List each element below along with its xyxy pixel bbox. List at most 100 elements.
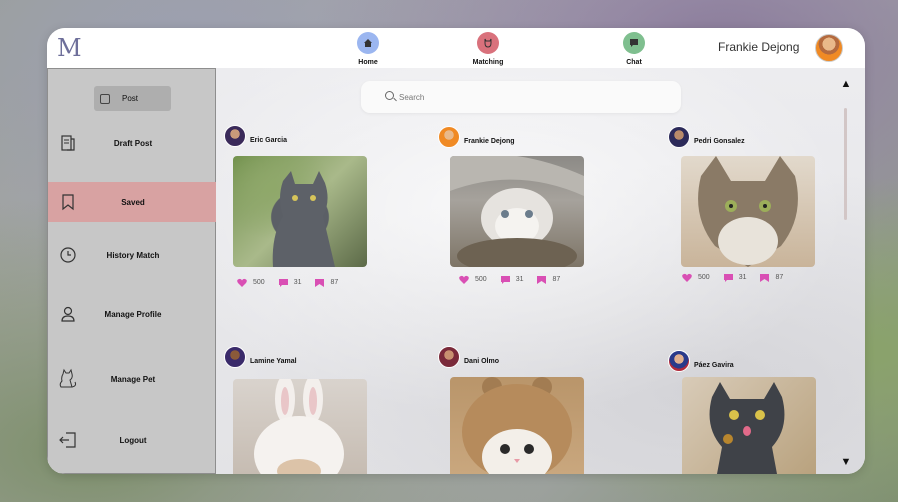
post-author-name: Lamine Yamal (250, 357, 297, 365)
post-image[interactable] (450, 156, 584, 267)
save-stat[interactable]: 87 (537, 275, 561, 284)
save-count: 87 (330, 279, 339, 286)
bookmark-icon (315, 278, 325, 287)
avatar[interactable] (668, 350, 690, 372)
sidebar-item-history-match[interactable]: History Match (48, 235, 216, 275)
like-stat[interactable]: 500 (682, 273, 710, 282)
cat-icon (477, 32, 499, 54)
home-icon (357, 32, 379, 54)
clock-icon (58, 245, 78, 265)
image-icon (100, 93, 110, 104)
post-author-name: Eric Garcia (250, 136, 287, 144)
sidebar-item-label: Logout (119, 435, 147, 445)
post-author-name: Pedri Gonsalez (694, 137, 745, 145)
sidebar-item-manage-pet[interactable]: Manage Pet (48, 359, 216, 399)
sidebar: Post Draft Post Saved History Match Mana (47, 68, 216, 474)
app-window: M Home Matching Chat Frankie Dejong Post (47, 28, 865, 474)
post-author[interactable]: Eric Garcia (224, 125, 287, 147)
heart-icon (682, 273, 692, 282)
avatar[interactable] (224, 346, 246, 368)
post-card[interactable]: Frankie Dejong (438, 126, 515, 148)
sidebar-item-manage-profile[interactable]: Manage Profile (48, 294, 216, 334)
post-author[interactable]: Páez Gavira (668, 350, 734, 372)
save-stat[interactable]: 87 (315, 278, 339, 287)
sidebar-item-label: History Match (106, 250, 160, 260)
post-author-name: Dani Olmo (464, 357, 500, 365)
cat-outline-icon (56, 367, 80, 391)
sidebar-item-label: Draft Post (113, 138, 153, 148)
like-count: 500 (253, 279, 265, 286)
bookmark-icon (537, 275, 547, 284)
post-image[interactable] (682, 377, 816, 474)
comment-count: 31 (515, 276, 524, 283)
comment-stat[interactable]: 31 (500, 275, 524, 284)
app-logo[interactable]: M (57, 33, 87, 63)
like-count: 500 (698, 274, 710, 281)
nav-matching[interactable]: Matching (458, 32, 518, 66)
post-author[interactable]: Dani Olmo (438, 346, 499, 368)
scroll-down-button[interactable]: ▼ (840, 456, 852, 468)
comment-icon (278, 278, 288, 287)
scroll-up-button[interactable]: ▲ (840, 78, 852, 90)
bookmark-icon (58, 192, 78, 212)
comment-icon (500, 275, 510, 284)
save-count: 87 (552, 276, 561, 283)
post-author[interactable]: Frankie Dejong (438, 126, 515, 148)
save-count: 87 (775, 274, 784, 281)
post-author-name: Páez Gavira (694, 361, 734, 369)
top-nav-bar: M Home Matching Chat Frankie Dejong (47, 28, 865, 68)
post-card[interactable]: Lamine Yamal (224, 346, 297, 368)
post-author-name: Frankie Dejong (464, 137, 515, 145)
post-button-label: Post (122, 94, 139, 103)
comment-stat[interactable]: 31 (278, 278, 302, 287)
avatar[interactable] (438, 126, 460, 148)
post-image[interactable] (233, 156, 367, 267)
search-icon (385, 91, 394, 100)
post-button[interactable]: Post (94, 86, 171, 111)
post-stats: 500 31 87 (237, 278, 352, 287)
avatar[interactable] (815, 34, 843, 62)
post-card[interactable]: Eric Garcia (224, 125, 287, 147)
comment-count: 31 (738, 274, 747, 281)
post-image[interactable] (681, 156, 815, 267)
heart-icon (459, 275, 469, 284)
user-icon (58, 304, 78, 324)
logout-icon (58, 430, 78, 450)
bookmark-icon (760, 273, 770, 282)
sidebar-item-label: Manage Pet (110, 374, 156, 384)
post-author[interactable]: Pedri Gonsalez (668, 126, 745, 148)
current-user-name: Frankie Dejong (718, 40, 800, 54)
post-card[interactable]: Pedri Gonsalez (668, 126, 745, 148)
heart-icon (237, 278, 247, 287)
like-stat[interactable]: 500 (459, 275, 487, 284)
post-image[interactable] (450, 377, 584, 474)
nav-home[interactable]: Home (338, 32, 398, 66)
like-count: 500 (475, 276, 487, 283)
sidebar-item-logout[interactable]: Logout (48, 420, 216, 460)
sidebar-item-draft-post[interactable]: Draft Post (48, 123, 216, 163)
chat-icon (623, 32, 645, 54)
like-stat[interactable]: 500 (237, 278, 265, 287)
post-card[interactable]: Dani Olmo (438, 346, 499, 368)
avatar[interactable] (438, 346, 460, 368)
comment-icon (723, 273, 733, 282)
avatar[interactable] (224, 125, 246, 147)
post-author[interactable]: Lamine Yamal (224, 346, 297, 368)
post-stats: 500 31 87 (682, 273, 797, 282)
scrollbar-thumb[interactable] (844, 108, 847, 220)
nav-chat[interactable]: Chat (604, 32, 664, 66)
post-image[interactable] (233, 379, 367, 474)
comment-count: 31 (293, 279, 302, 286)
post-card[interactable]: Páez Gavira (668, 350, 734, 372)
search-bar (361, 81, 681, 113)
nav-chat-label: Chat (626, 59, 642, 66)
sidebar-item-saved[interactable]: Saved (48, 182, 216, 222)
nav-matching-label: Matching (472, 59, 504, 66)
search-input[interactable] (399, 89, 659, 105)
post-stats: 500 31 87 (459, 275, 574, 284)
sidebar-item-label: Manage Profile (104, 309, 162, 319)
avatar[interactable] (668, 126, 690, 148)
save-stat[interactable]: 87 (760, 273, 784, 282)
sidebar-item-label: Saved (121, 197, 145, 207)
comment-stat[interactable]: 31 (723, 273, 747, 282)
